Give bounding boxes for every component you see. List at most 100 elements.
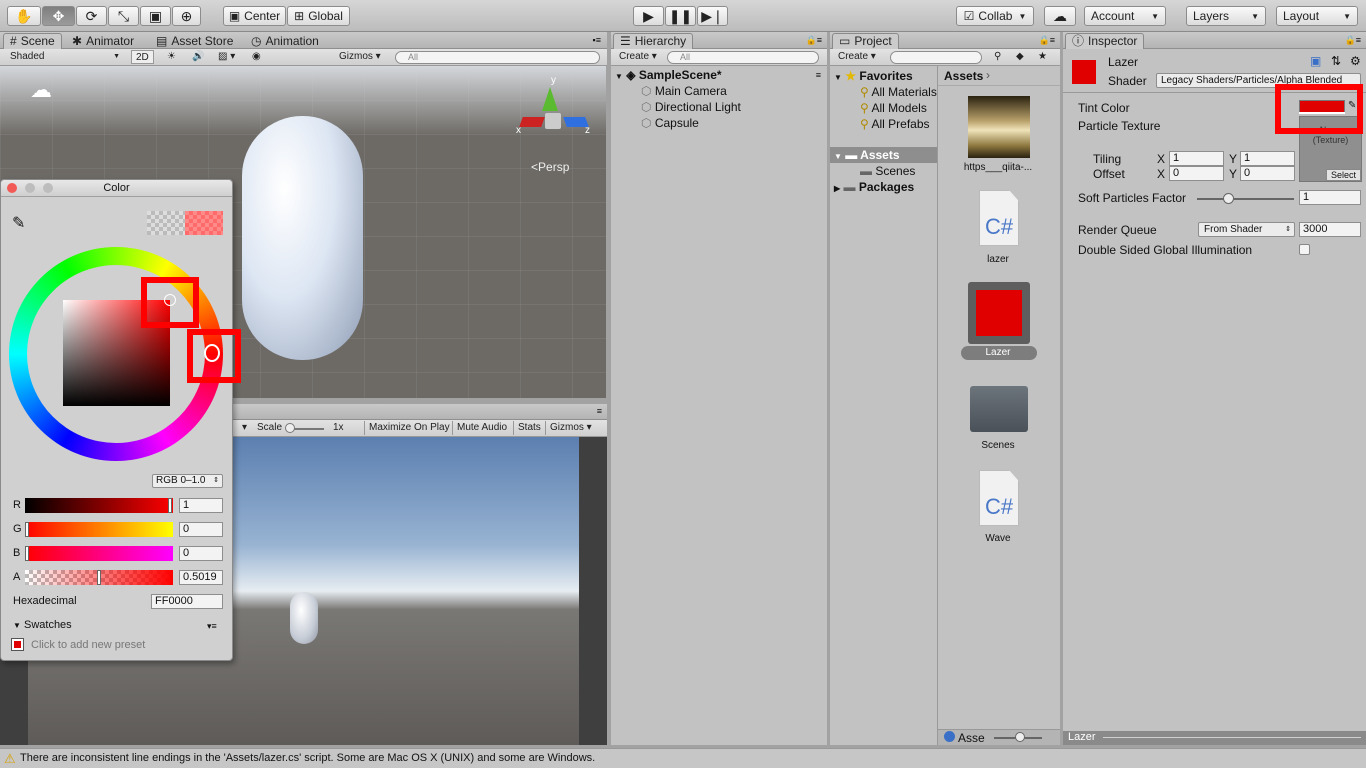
favorites-item[interactable]: ▼ ★ Favorites	[834, 69, 913, 83]
status-bar[interactable]: ⚠ There are inconsistent line endings in…	[0, 748, 1366, 768]
b-value-field[interactable]: 0	[179, 546, 223, 561]
offset-y-field[interactable]: 0	[1240, 166, 1295, 181]
tab-project[interactable]: ▭ Project	[832, 33, 899, 49]
offset-x-field[interactable]: 0	[1169, 166, 1224, 181]
preset-icon[interactable]: ⇅	[1331, 54, 1341, 68]
settings-icon[interactable]: ⚙	[1350, 54, 1361, 68]
list-item[interactable]: ⬡ Main Camera	[641, 84, 727, 98]
scene-menu-icon[interactable]: ≡	[816, 70, 821, 80]
a-slider-handle[interactable]	[97, 570, 102, 585]
scene-root-item[interactable]: ▼ ◈ SampleScene*	[615, 68, 722, 82]
cloud-button[interactable]: ☁	[1044, 6, 1076, 26]
transform-tool-button[interactable]: ⊕	[172, 6, 201, 26]
tree-item-scenes[interactable]: ▬ Scenes	[860, 164, 915, 178]
layers-dropdown[interactable]: Layers ▼	[1186, 6, 1266, 26]
b-slider[interactable]	[25, 546, 173, 561]
rotate-tool-button[interactable]: ⟳	[76, 6, 107, 26]
double-sided-gi-checkbox[interactable]	[1299, 244, 1310, 255]
maximize-on-play-toggle[interactable]: Maximize On Play	[364, 421, 454, 435]
tree-item-packages[interactable]: ▶ ▬ Packages	[834, 180, 914, 194]
inspector-preview-bar[interactable]: Lazer	[1063, 731, 1366, 745]
audio-toggle[interactable]: 🔊	[188, 50, 208, 64]
r-slider[interactable]	[25, 498, 173, 513]
soft-particles-handle[interactable]	[1223, 193, 1234, 204]
render-queue-field[interactable]: 3000	[1299, 222, 1361, 237]
thumbnail-size-handle[interactable]	[1015, 732, 1025, 742]
pause-button[interactable]: ❚❚	[665, 6, 696, 26]
tiling-y-field[interactable]: 1	[1240, 151, 1295, 166]
panel-menu-icon[interactable]: ▪≡	[593, 35, 601, 45]
scene-search-input[interactable]: All	[395, 51, 600, 64]
play-button[interactable]: ▶	[633, 6, 664, 26]
star-icon[interactable]: ★	[1034, 50, 1051, 64]
account-dropdown[interactable]: Account ▼	[1084, 6, 1166, 26]
collab-dropdown[interactable]: ☑ Collab ▼	[956, 6, 1034, 26]
r-value-field[interactable]: 1	[179, 498, 223, 513]
hand-tool-button[interactable]: ✋	[7, 6, 41, 26]
game-gizmos-dropdown[interactable]: Gizmos ▾	[545, 421, 596, 435]
breadcrumb-assets[interactable]: Assets	[944, 69, 983, 83]
g-slider-handle[interactable]	[25, 522, 29, 537]
color-mode-dropdown[interactable]: RGB 0–1.0 ⇕	[152, 474, 223, 488]
tab-animator[interactable]: ✱ Animator	[66, 33, 140, 49]
soft-particles-field[interactable]: 1	[1299, 190, 1361, 205]
lighting-toggle[interactable]: ☀	[163, 50, 180, 64]
move-tool-button[interactable]: ✥	[42, 6, 75, 26]
capsule-object[interactable]	[242, 116, 363, 360]
r-slider-handle[interactable]	[168, 498, 172, 513]
step-button[interactable]: ▶❘	[697, 6, 728, 26]
scene-gizmos-dropdown[interactable]: Gizmos ▾	[335, 50, 385, 64]
persp-label[interactable]: <Persp	[531, 160, 569, 174]
list-item[interactable]: ⬡ Capsule	[641, 116, 699, 130]
shading-dropdown[interactable]: Shaded ▼	[6, 50, 124, 64]
hierarchy-create-dropdown[interactable]: Create ▾	[615, 50, 661, 64]
soft-particles-slider[interactable]	[1197, 198, 1294, 200]
swatches-header[interactable]: ▼ Swatches	[13, 619, 72, 631]
scale-tool-button[interactable]: ⤡	[108, 6, 139, 26]
scale-slider-handle[interactable]	[285, 423, 295, 433]
tree-item-assets[interactable]: ▼ ▬ Assets	[830, 147, 937, 163]
tab-hierarchy[interactable]: ☰ Hierarchy	[613, 33, 694, 49]
add-preset-button[interactable]	[11, 638, 24, 651]
visibility-toggle[interactable]: ◉	[248, 50, 265, 64]
tiling-x-field[interactable]: 1	[1169, 151, 1224, 166]
filter-type-icon[interactable]: ⚲	[990, 50, 1005, 64]
g-value-field[interactable]: 0	[179, 522, 223, 537]
swatches-menu-icon[interactable]: ▾≡	[207, 621, 217, 632]
global-button[interactable]: ⊞ Global	[287, 6, 350, 26]
render-queue-dropdown[interactable]: From Shader ⇕	[1198, 222, 1295, 237]
texture-select-button[interactable]: Select	[1326, 169, 1361, 181]
project-create-dropdown[interactable]: Create ▾	[834, 50, 880, 64]
display-dropdown[interactable]: ▾	[238, 421, 251, 435]
hierarchy-lock-icon[interactable]: 🔒≡	[806, 35, 822, 46]
help-icon[interactable]: ▣	[1310, 54, 1321, 68]
tab-inspector[interactable]: ⓘ Inspector	[1065, 33, 1145, 49]
filter-label-icon[interactable]: ◆	[1012, 50, 1028, 64]
favorite-item-prefabs[interactable]: ⚲ All Prefabs	[860, 117, 930, 131]
tab-scene[interactable]: # Scene	[3, 33, 62, 49]
layout-dropdown[interactable]: Layout ▼	[1276, 6, 1358, 26]
g-slider[interactable]	[25, 522, 173, 537]
scene-gizmo[interactable]: x y z	[515, 75, 595, 155]
tab-animation[interactable]: ◷ Animation	[245, 33, 325, 49]
tab-asset-store[interactable]: ▤ Asset Store	[150, 33, 239, 49]
hierarchy-search-input[interactable]: All	[667, 51, 819, 64]
hex-field[interactable]: FF0000	[151, 594, 223, 609]
rect-tool-button[interactable]: ▣	[140, 6, 171, 26]
center-button[interactable]: ▣ Center	[223, 6, 286, 26]
texture-thumbnail[interactable]	[968, 96, 1030, 158]
favorite-item-models[interactable]: ⚲ All Models	[860, 101, 927, 115]
b-slider-handle[interactable]	[25, 546, 29, 561]
a-value-field[interactable]: 0.5019	[179, 570, 223, 585]
project-lock-icon[interactable]: 🔒≡	[1039, 35, 1055, 46]
project-search-input[interactable]	[890, 51, 982, 64]
favorite-item-materials[interactable]: ⚲ All Materials	[860, 85, 937, 99]
inspector-lock-icon[interactable]: 🔒≡	[1345, 35, 1361, 46]
folder-thumbnail[interactable]	[970, 386, 1028, 432]
list-item[interactable]: ⬡ Directional Light	[641, 100, 741, 114]
effects-dropdown[interactable]: ▨ ▾	[214, 50, 239, 64]
mute-audio-toggle[interactable]: Mute Audio	[452, 421, 511, 435]
2d-toggle[interactable]: 2D	[131, 50, 154, 64]
stats-toggle[interactable]: Stats	[513, 421, 545, 435]
eyedropper-icon[interactable]: ✎	[12, 213, 25, 233]
